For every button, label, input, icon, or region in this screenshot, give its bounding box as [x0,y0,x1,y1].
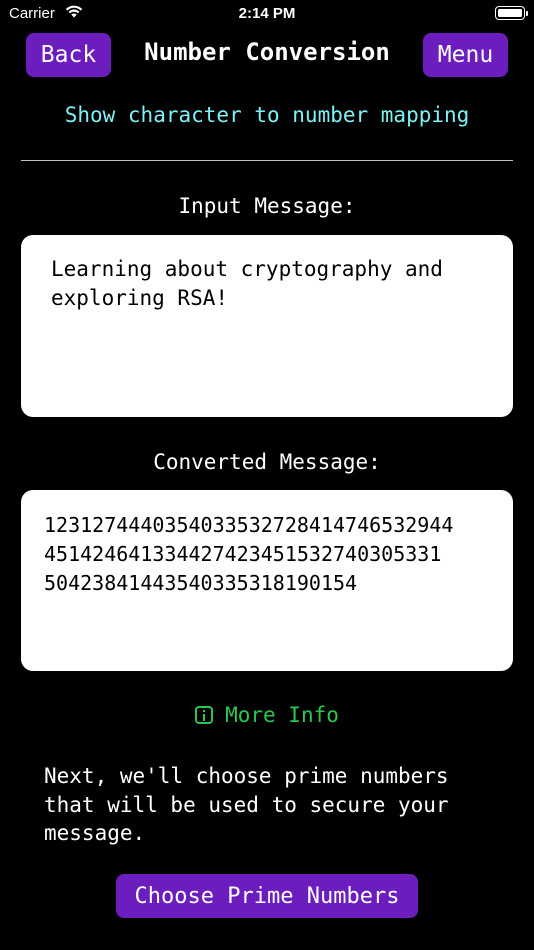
input-message-field[interactable]: Learning about cryptography and explorin… [21,235,513,417]
status-bar: Carrier 2:14 PM [0,0,534,30]
info-icon [195,706,214,724]
converted-line: 1231274440354033532728414746532944 [44,513,454,537]
status-time: 2:14 PM [238,5,296,22]
show-mapping-link[interactable]: Show character to number mapping [0,103,534,127]
converted-message-field[interactable]: 1231274440354033532728414746532944 45142… [21,490,513,671]
page-title: Number Conversion [144,38,390,66]
converted-line: 451424641334427423451532740305331 [44,542,442,566]
converted-line: 50423841443540335318190154 [44,571,358,595]
back-button[interactable]: Back [26,33,111,77]
choose-prime-numbers-button[interactable]: Choose Prime Numbers [116,874,418,918]
menu-button[interactable]: Menu [423,33,508,77]
next-step-text: Next, we'll choose prime numbers that wi… [44,764,449,845]
divider [21,160,513,161]
more-info-button[interactable]: More Info [0,703,534,727]
input-message-label: Input Message: [178,194,356,218]
converted-message-label: Converted Message: [153,450,381,474]
more-info-label: More Info [225,703,339,727]
battery-icon [495,6,528,20]
